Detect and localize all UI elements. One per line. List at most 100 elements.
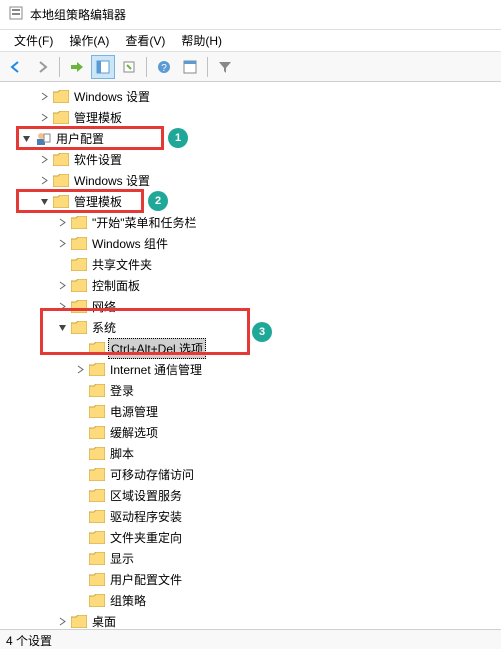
- folder-icon: [88, 594, 106, 607]
- tree-view[interactable]: Windows 设置 管理模板 用户配置 软件设置 Windows 设置 管理模…: [0, 82, 501, 629]
- folder-icon: [52, 195, 70, 208]
- show-hide-tree-button[interactable]: [91, 55, 115, 79]
- folder-icon: [52, 111, 70, 124]
- menu-action[interactable]: 操作(A): [61, 30, 117, 51]
- tree-label: 脚本: [108, 444, 136, 463]
- folder-icon: [52, 90, 70, 103]
- folder-icon: [88, 447, 106, 460]
- tree-item-display[interactable]: 显示: [0, 548, 501, 569]
- tree-label: 用户配置文件: [108, 570, 184, 589]
- tree-item-windows-settings[interactable]: Windows 设置: [0, 86, 501, 107]
- tree-item-start-menu[interactable]: "开始"菜单和任务栏: [0, 212, 501, 233]
- tree-item-user-profiles[interactable]: 用户配置文件: [0, 569, 501, 590]
- tree-label: 桌面: [90, 612, 118, 629]
- folder-icon: [88, 342, 106, 355]
- tree-label: 共享文件夹: [90, 255, 154, 274]
- tree-item-desktop[interactable]: 桌面: [0, 611, 501, 629]
- folder-icon: [70, 321, 88, 334]
- toolbar-separator: [146, 57, 147, 77]
- tree-item-control-panel[interactable]: 控制面板: [0, 275, 501, 296]
- tree-item-windows-components[interactable]: Windows 组件: [0, 233, 501, 254]
- tree-label: 可移动存储访问: [108, 465, 196, 484]
- collapse-icon[interactable]: [36, 197, 52, 206]
- up-button[interactable]: [65, 55, 89, 79]
- folder-icon: [88, 552, 106, 565]
- tree-item-locale[interactable]: 区域设置服务: [0, 485, 501, 506]
- folder-icon: [88, 489, 106, 502]
- properties-button[interactable]: [178, 55, 202, 79]
- toolbar: ?: [0, 52, 501, 82]
- expand-icon[interactable]: [36, 155, 52, 164]
- folder-icon: [52, 174, 70, 187]
- tree-item-software-settings[interactable]: 软件设置: [0, 149, 501, 170]
- tree-item-folder-redirection[interactable]: 文件夹重定向: [0, 527, 501, 548]
- toolbar-separator: [207, 57, 208, 77]
- expand-icon[interactable]: [54, 218, 70, 227]
- svg-text:?: ?: [161, 63, 167, 74]
- status-bar: 4 个设置: [0, 629, 501, 649]
- tree-label: Ctrl+Alt+Del 选项: [108, 338, 206, 359]
- tree-item-network[interactable]: 网络: [0, 296, 501, 317]
- folder-icon: [88, 363, 106, 376]
- folder-icon: [70, 615, 88, 628]
- titlebar: 本地组策略编辑器: [0, 0, 501, 30]
- filter-button[interactable]: [213, 55, 237, 79]
- tree-item-user-config[interactable]: 用户配置: [0, 128, 501, 149]
- export-button[interactable]: [117, 55, 141, 79]
- expand-icon[interactable]: [54, 281, 70, 290]
- expand-icon[interactable]: [54, 302, 70, 311]
- tree-label: "开始"菜单和任务栏: [90, 213, 199, 232]
- tree-item-power[interactable]: 电源管理: [0, 401, 501, 422]
- collapse-icon[interactable]: [54, 323, 70, 332]
- expand-icon[interactable]: [36, 92, 52, 101]
- folder-icon: [70, 258, 88, 271]
- window-title: 本地组策略编辑器: [30, 6, 126, 23]
- folder-icon: [70, 300, 88, 313]
- expand-icon[interactable]: [36, 113, 52, 122]
- tree-item-ctrl-alt-del[interactable]: Ctrl+Alt+Del 选项: [0, 338, 501, 359]
- tree-item-group-policy[interactable]: 组策略: [0, 590, 501, 611]
- user-config-icon: [34, 131, 52, 147]
- tree-item-driver-install[interactable]: 驱动程序安装: [0, 506, 501, 527]
- tree-item-logon[interactable]: 登录: [0, 380, 501, 401]
- tree-label: 软件设置: [72, 150, 124, 169]
- folder-icon: [70, 279, 88, 292]
- tree-label: 缓解选项: [108, 423, 160, 442]
- expand-icon[interactable]: [36, 176, 52, 185]
- tree-label: 显示: [108, 549, 136, 568]
- folder-icon: [88, 405, 106, 418]
- tree-item-shared-folders[interactable]: 共享文件夹: [0, 254, 501, 275]
- tree-item-scripts[interactable]: 脚本: [0, 443, 501, 464]
- menu-file[interactable]: 文件(F): [6, 30, 61, 51]
- tree-label: 区域设置服务: [108, 486, 184, 505]
- tree-item-removable-storage[interactable]: 可移动存储访问: [0, 464, 501, 485]
- tree-item-windows-settings[interactable]: Windows 设置: [0, 170, 501, 191]
- tree-label: 驱动程序安装: [108, 507, 184, 526]
- tree-label: 文件夹重定向: [108, 528, 184, 547]
- expand-icon[interactable]: [54, 239, 70, 248]
- folder-icon: [88, 573, 106, 586]
- expand-icon[interactable]: [72, 365, 88, 374]
- tree-label: 登录: [108, 381, 136, 400]
- expand-icon[interactable]: [54, 617, 70, 626]
- menu-help[interactable]: 帮助(H): [173, 30, 230, 51]
- folder-icon: [70, 216, 88, 229]
- tree-item-admin-templates-user[interactable]: 管理模板: [0, 191, 501, 212]
- tree-label: 系统: [90, 318, 118, 337]
- app-icon: [8, 5, 24, 24]
- tree-item-mitigation[interactable]: 缓解选项: [0, 422, 501, 443]
- back-button[interactable]: [4, 55, 28, 79]
- tree-item-internet-comm[interactable]: Internet 通信管理: [0, 359, 501, 380]
- help-button[interactable]: ?: [152, 55, 176, 79]
- tree-item-admin-templates[interactable]: 管理模板: [0, 107, 501, 128]
- status-text: 4 个设置: [6, 634, 52, 648]
- tree-label: Windows 设置: [72, 171, 152, 190]
- collapse-icon[interactable]: [18, 134, 34, 143]
- forward-button[interactable]: [30, 55, 54, 79]
- menu-view[interactable]: 查看(V): [117, 30, 173, 51]
- tree-label: 电源管理: [108, 402, 160, 421]
- tree-label: Windows 设置: [72, 87, 152, 106]
- tree-label: 控制面板: [90, 276, 142, 295]
- folder-icon: [88, 426, 106, 439]
- tree-item-system[interactable]: 系统: [0, 317, 501, 338]
